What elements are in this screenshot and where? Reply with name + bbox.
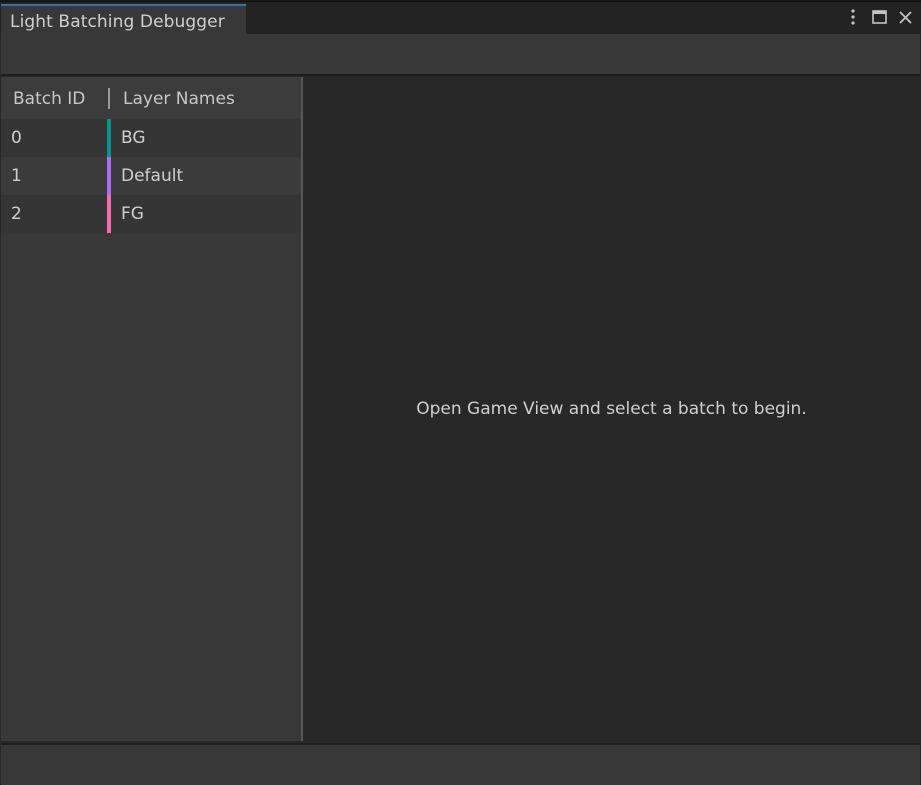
empty-state-message: Open Game View and select a batch to beg… bbox=[416, 399, 807, 419]
table-row[interactable]: 2 FG bbox=[1, 195, 301, 233]
layer-name: BG bbox=[121, 128, 146, 148]
batch-detail-pane: Open Game View and select a batch to beg… bbox=[303, 77, 920, 741]
batch-id: 1 bbox=[11, 166, 22, 186]
column-header-batch-id[interactable]: Batch ID bbox=[13, 89, 85, 109]
toolbar bbox=[1, 34, 920, 76]
layer-name: Default bbox=[121, 166, 184, 186]
batch-id: 0 bbox=[11, 128, 22, 148]
window-controls bbox=[845, 8, 913, 26]
table-row[interactable]: 0 BG bbox=[1, 119, 301, 157]
layer-color-indicator bbox=[107, 119, 111, 157]
layer-color-indicator bbox=[107, 195, 111, 233]
batch-id: 2 bbox=[11, 204, 22, 224]
column-resize-handle[interactable] bbox=[108, 88, 110, 109]
close-icon[interactable] bbox=[897, 8, 913, 26]
status-bar bbox=[1, 743, 920, 785]
batch-list-pane: Batch ID Layer Names 0 BG 1 Default 2 FG bbox=[1, 77, 301, 741]
layer-name: FG bbox=[121, 204, 144, 224]
maximize-icon[interactable] bbox=[871, 8, 887, 26]
window-tab-title: Light Batching Debugger bbox=[10, 12, 225, 32]
layer-color-indicator bbox=[107, 157, 111, 195]
window-tab[interactable]: Light Batching Debugger bbox=[1, 4, 246, 34]
more-options-icon[interactable] bbox=[845, 8, 861, 26]
column-header-layer-names[interactable]: Layer Names bbox=[123, 89, 235, 109]
light-batching-debugger-window: Light Batching Debugger Batch ID Layer N… bbox=[0, 1, 921, 785]
tab-bar: Light Batching Debugger bbox=[0, 2, 921, 34]
table-header: Batch ID Layer Names bbox=[1, 77, 301, 119]
table-row[interactable]: 1 Default bbox=[1, 157, 301, 195]
